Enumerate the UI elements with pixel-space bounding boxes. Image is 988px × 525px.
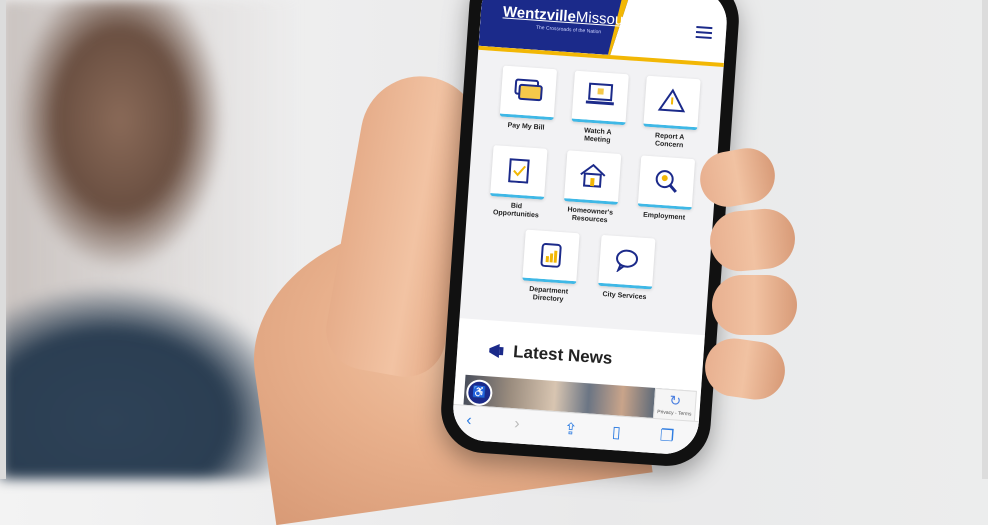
tile-label: Homeowner's Resources [567, 206, 614, 225]
frame-edge-right [982, 0, 988, 479]
warning-triangle-icon [657, 88, 686, 113]
tile-label: Pay My Bill [507, 122, 545, 132]
tabs-icon[interactable]: ❐ [659, 425, 675, 446]
background-person [0, 0, 300, 479]
megaphone-icon [489, 344, 504, 358]
tile-city-services[interactable]: City Services [597, 234, 656, 303]
recaptcha-icon: ↻ [668, 392, 682, 409]
quick-links-grid: Pay My Bill Watch A Meeting Report A Con… [459, 50, 723, 337]
bookmarks-icon[interactable]: ▯ [611, 422, 621, 443]
finger [707, 206, 798, 274]
phone-screen: WentzvilleMissouri The Crossroads of the… [451, 0, 729, 457]
search-person-icon [655, 170, 677, 193]
clipboard-chart-icon [540, 242, 562, 268]
finger [712, 275, 797, 335]
tile-label: Department Directory [528, 285, 569, 304]
tile-label: Watch A Meeting [583, 127, 612, 145]
smartphone: WentzvilleMissouri The Crossroads of the… [438, 0, 742, 469]
tile-label: Employment [642, 211, 686, 222]
tile-label: Bid Opportunities [492, 202, 539, 220]
back-arrow-icon[interactable]: ‹ [466, 412, 473, 430]
tile-label: Report A Concern [654, 132, 685, 150]
speech-bubble-icon [615, 249, 639, 273]
tile-homeowners-resources[interactable]: Homeowner's Resources [562, 150, 622, 226]
house-icon [580, 163, 606, 188]
tile-report-a-concern[interactable]: Report A Concern [642, 75, 701, 152]
share-icon[interactable]: ⇪ [563, 419, 578, 440]
finger [701, 334, 789, 404]
laptop-icon [585, 82, 614, 106]
tile-label: City Services [602, 291, 647, 302]
credit-card-icon [514, 78, 543, 102]
frame-edge-left [0, 0, 6, 479]
tile-department-directory[interactable]: Department Directory [521, 229, 580, 306]
clipboard-check-icon [508, 158, 530, 184]
tile-watch-a-meeting[interactable]: Watch A Meeting [570, 70, 629, 147]
tile-employment[interactable]: Employment [637, 155, 696, 223]
tile-pay-my-bill[interactable]: Pay My Bill [499, 65, 558, 134]
latest-news-heading: Latest News [512, 342, 613, 368]
tile-bid-opportunities[interactable]: Bid Opportunities [489, 145, 548, 221]
forward-arrow-icon[interactable]: › [514, 415, 521, 433]
hamburger-menu-icon[interactable] [695, 23, 713, 42]
